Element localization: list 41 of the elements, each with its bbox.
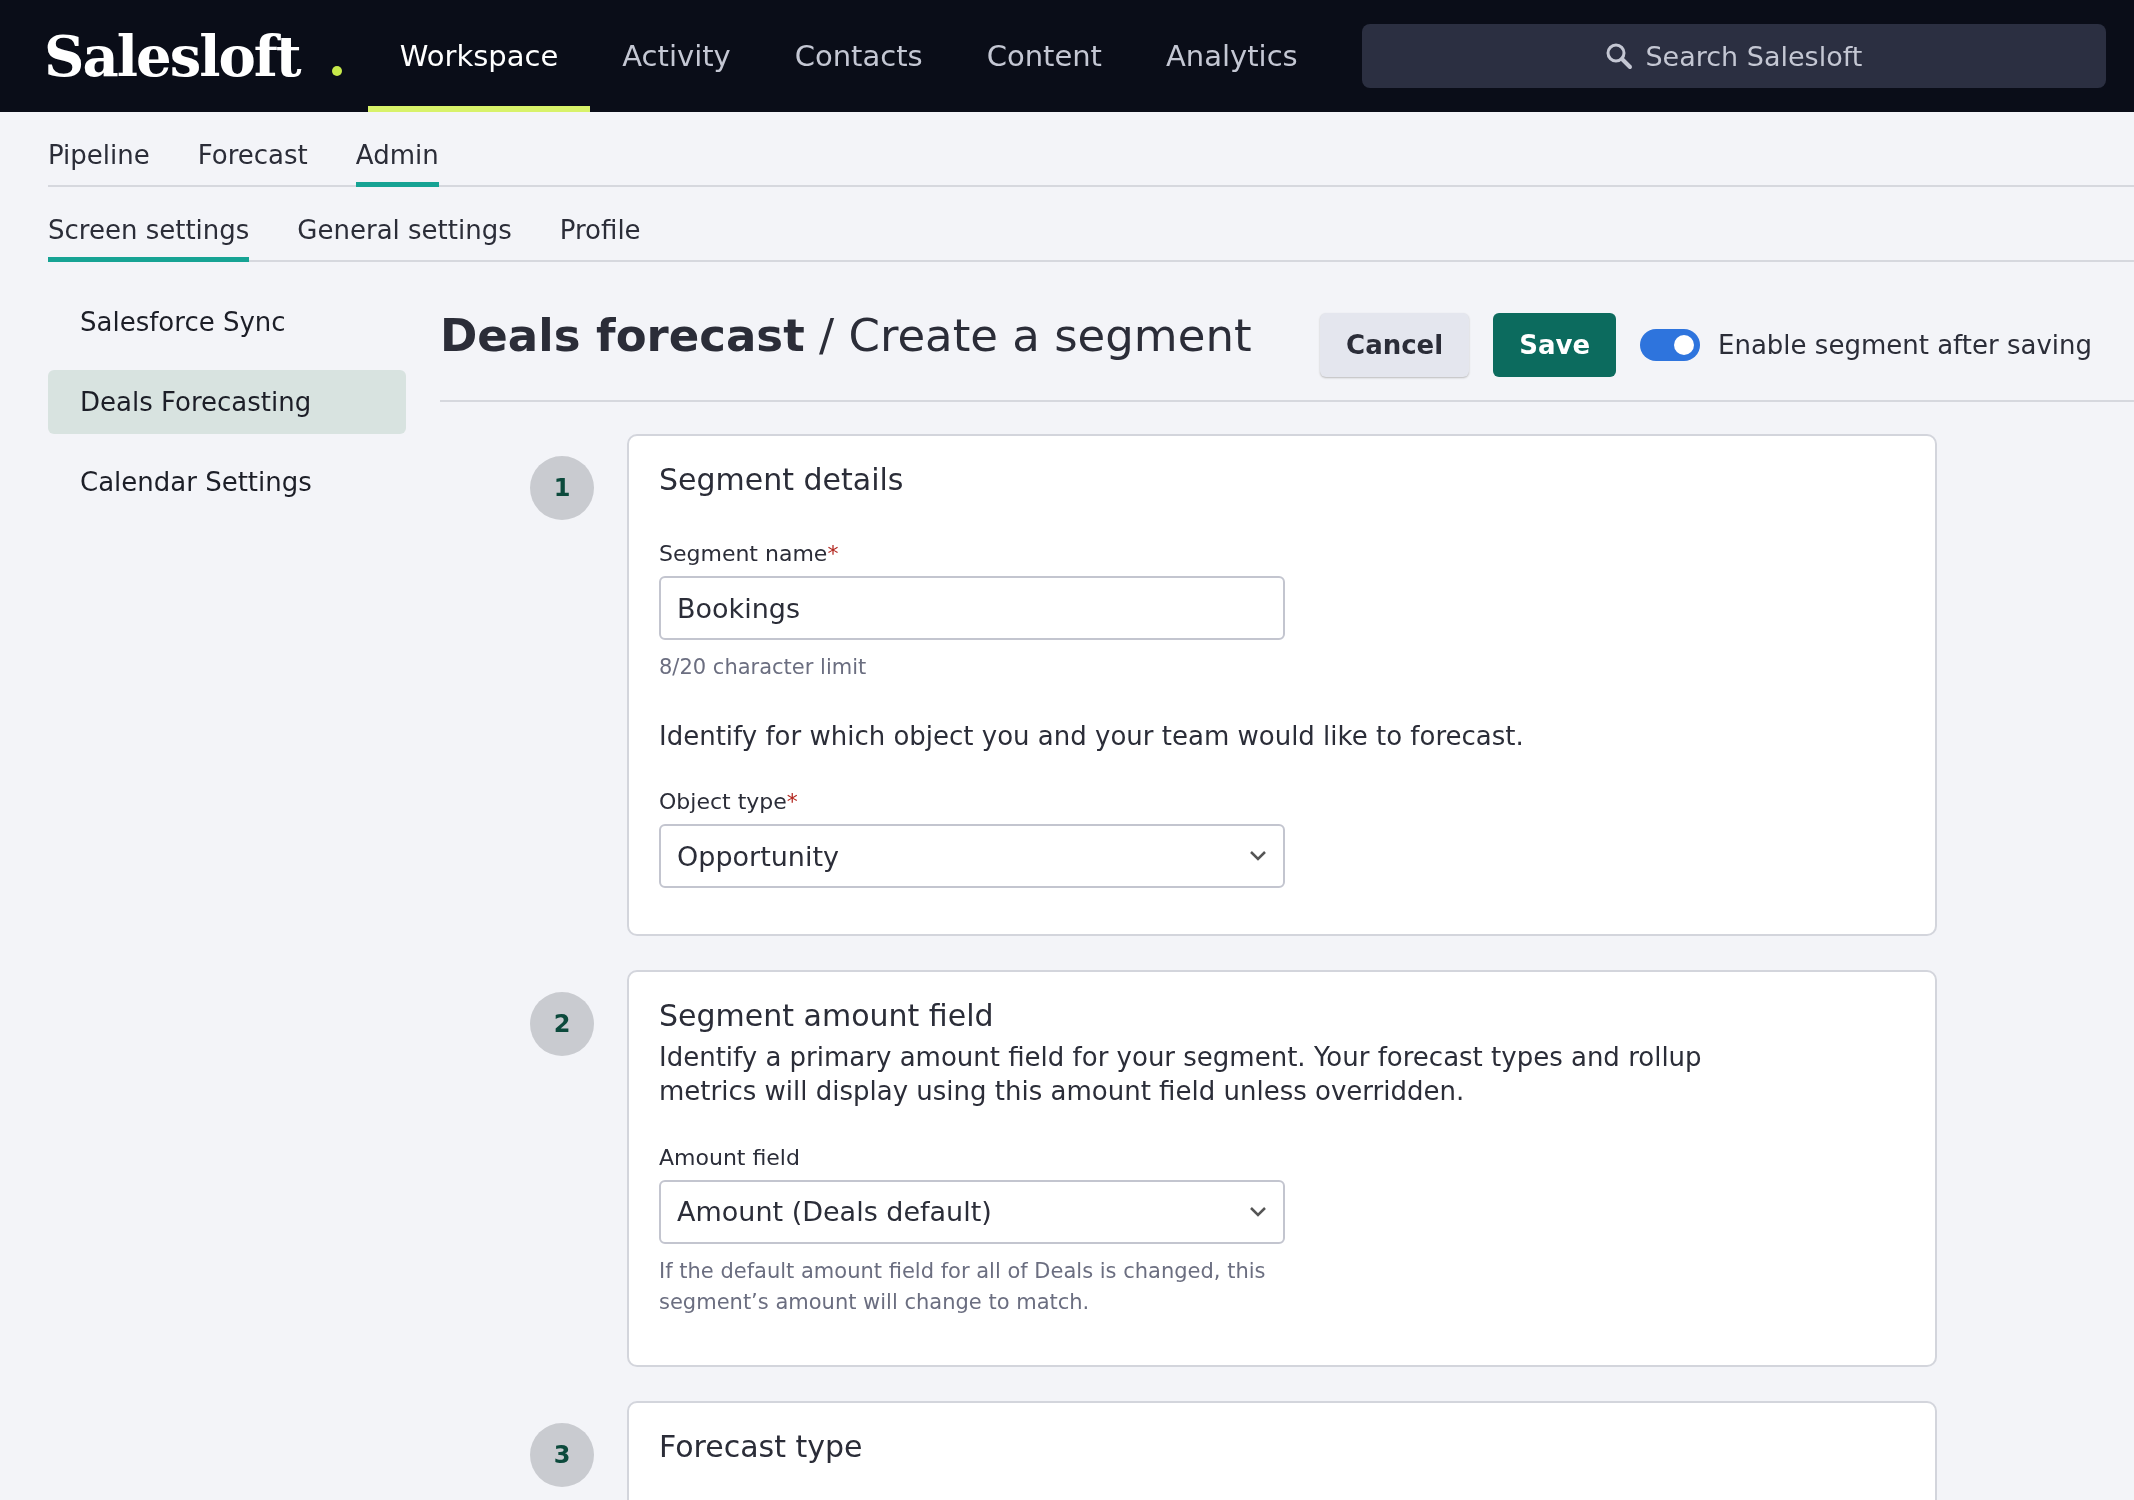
nav-tab[interactable]: Contacts xyxy=(762,0,955,112)
logo-dot-icon xyxy=(331,66,342,76)
save-button[interactable]: Save xyxy=(1493,313,1616,377)
card-title: Forecast type xyxy=(659,1428,864,1464)
dropdown-field[interactable]: Amount (Deals default) xyxy=(659,1179,1285,1244)
tab[interactable]: Profile xyxy=(559,187,641,262)
cancel-button[interactable]: Cancel xyxy=(1320,313,1470,377)
field-label: Segment name* xyxy=(659,541,840,566)
input-field[interactable]: Bookings xyxy=(659,576,1285,640)
tab[interactable]: Screen settings xyxy=(48,187,250,262)
chevron-down-icon xyxy=(1249,1205,1267,1218)
chevron-down-icon xyxy=(1249,850,1267,863)
logo[interactable]: Salesloft xyxy=(0,0,328,112)
toggle-label: Enable segment after saving xyxy=(1718,330,2092,360)
toggle-switch[interactable] xyxy=(1640,329,1700,361)
dropdown-field[interactable]: Opportunity xyxy=(659,824,1285,889)
nav-tab[interactable]: Activity xyxy=(590,0,763,112)
tab[interactable]: Forecast xyxy=(197,112,308,187)
sidebar-item[interactable]: Deals Forecasting xyxy=(48,370,406,434)
field-hint: If the default amount field for all of Deals is changed, this segment’s amount will change to match. xyxy=(659,1257,1267,1317)
sidebar-item[interactable]: Calendar Settings xyxy=(48,450,406,514)
tab[interactable]: General settings xyxy=(297,187,512,262)
step-number: 3 xyxy=(530,1422,594,1487)
sidebar-item[interactable]: Salesforce Sync xyxy=(48,290,406,354)
description-text: Identify a primary amount field for your segment. Your forecast types and rollup metrics will display using this amount field unless overridden. xyxy=(659,1041,1703,1109)
step-number: 2 xyxy=(530,992,594,1057)
nav-tab[interactable]: Workspace xyxy=(367,0,591,112)
card-title: Segment amount field xyxy=(659,998,995,1034)
description-text: Identify for which object you and your team would like to forecast. xyxy=(659,719,1525,753)
step-number: 1 xyxy=(530,456,594,520)
search-icon xyxy=(1605,42,1634,70)
page-title: Deals forecast / Create a segment xyxy=(440,308,1253,362)
tab[interactable]: Admin xyxy=(355,112,439,187)
field-label: Object type* xyxy=(659,789,799,815)
tab[interactable]: Pipeline xyxy=(48,112,150,187)
search-field[interactable]: Search Salesloft xyxy=(1361,24,2106,88)
card-title: Segment details xyxy=(659,462,905,497)
nav-tab[interactable]: Content xyxy=(954,0,1134,112)
field-label: Amount field xyxy=(659,1144,801,1170)
nav-tab[interactable]: Analytics xyxy=(1134,0,1330,112)
field-hint: 8/20 character limit xyxy=(659,654,868,681)
